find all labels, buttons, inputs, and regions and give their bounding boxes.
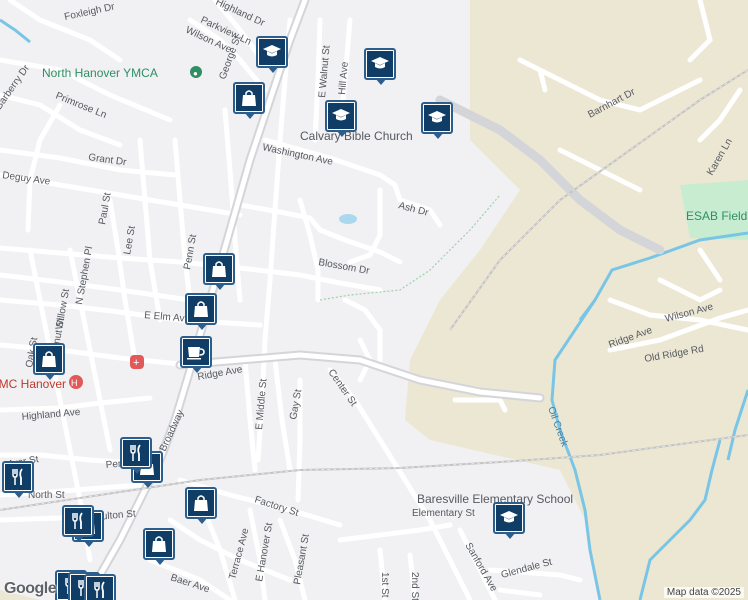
restaurant-marker[interactable]	[120, 437, 156, 477]
place-label-esab-field: ESAB Field	[686, 209, 747, 223]
svg-text:H: H	[71, 378, 78, 388]
map-canvas[interactable]: Foxleigh Dr Parkview Ln Wilson Ave Barbe…	[0, 0, 748, 600]
street-label: 2nd St	[409, 572, 420, 600]
graduation-cap-icon	[371, 57, 389, 69]
school-marker[interactable]	[325, 100, 361, 140]
shopping-bag-icon	[152, 536, 166, 552]
street-label: 1st St	[379, 572, 390, 598]
restaurant-marker[interactable]	[84, 574, 120, 600]
school-marker[interactable]	[493, 502, 529, 542]
shopping-marker[interactable]	[185, 293, 221, 333]
shopping-marker[interactable]	[143, 528, 179, 568]
street-label: E Elm Ave	[144, 310, 191, 325]
google-logo: Google	[4, 580, 57, 597]
street-label: Hill Ave	[337, 61, 351, 95]
graduation-cap-icon	[332, 109, 350, 121]
place-label-ymca: North Hanover YMCA	[42, 66, 158, 80]
street-label: Deguy Ave	[2, 170, 52, 188]
svg-text:●: ●	[193, 69, 198, 78]
fork-knife-icon	[72, 512, 83, 529]
street-label: Center St	[326, 367, 359, 408]
street-label: Sanford Ave	[462, 541, 499, 594]
shopping-bag-icon	[194, 301, 208, 317]
shopping-bag-icon	[242, 90, 256, 106]
shopping-bag-icon	[194, 495, 208, 511]
svg-text:+: +	[133, 357, 139, 369]
street-label: Elementary St	[412, 508, 475, 519]
street-label: Ash Dr	[397, 200, 430, 219]
shopping-marker[interactable]	[185, 487, 221, 527]
shopping-marker[interactable]	[233, 82, 269, 122]
graduation-cap-icon	[263, 45, 281, 57]
restaurant-marker[interactable]	[62, 505, 98, 545]
street-label: Glendale St	[500, 557, 554, 581]
street-label: Foxleigh Dr	[63, 1, 116, 23]
street-label: Lee St	[122, 225, 138, 256]
school-marker[interactable]	[364, 48, 400, 88]
school-marker[interactable]	[421, 102, 457, 142]
graduation-cap-icon	[500, 511, 518, 523]
street-label: Washington Ave	[261, 142, 334, 168]
shopping-bag-icon	[212, 261, 226, 277]
graduation-cap-icon	[428, 111, 446, 123]
fork-knife-icon	[94, 581, 105, 598]
shopping-marker[interactable]	[203, 253, 239, 293]
fork-knife-icon	[130, 444, 141, 461]
cafe-marker[interactable]	[180, 336, 216, 376]
street-label: Factory St	[253, 494, 300, 519]
map-attribution[interactable]: Map data ©2025	[663, 587, 744, 598]
map-base: Foxleigh Dr Parkview Ln Wilson Ave Barbe…	[0, 0, 748, 600]
shopping-marker[interactable]	[33, 343, 69, 383]
street-label: E Middle St	[254, 378, 269, 430]
fork-knife-icon	[12, 468, 23, 485]
restaurant-marker[interactable]	[2, 461, 38, 501]
coffee-cup-icon	[187, 347, 205, 360]
shopping-bag-icon	[42, 351, 56, 367]
school-marker[interactable]	[256, 36, 292, 76]
pond	[339, 214, 357, 224]
